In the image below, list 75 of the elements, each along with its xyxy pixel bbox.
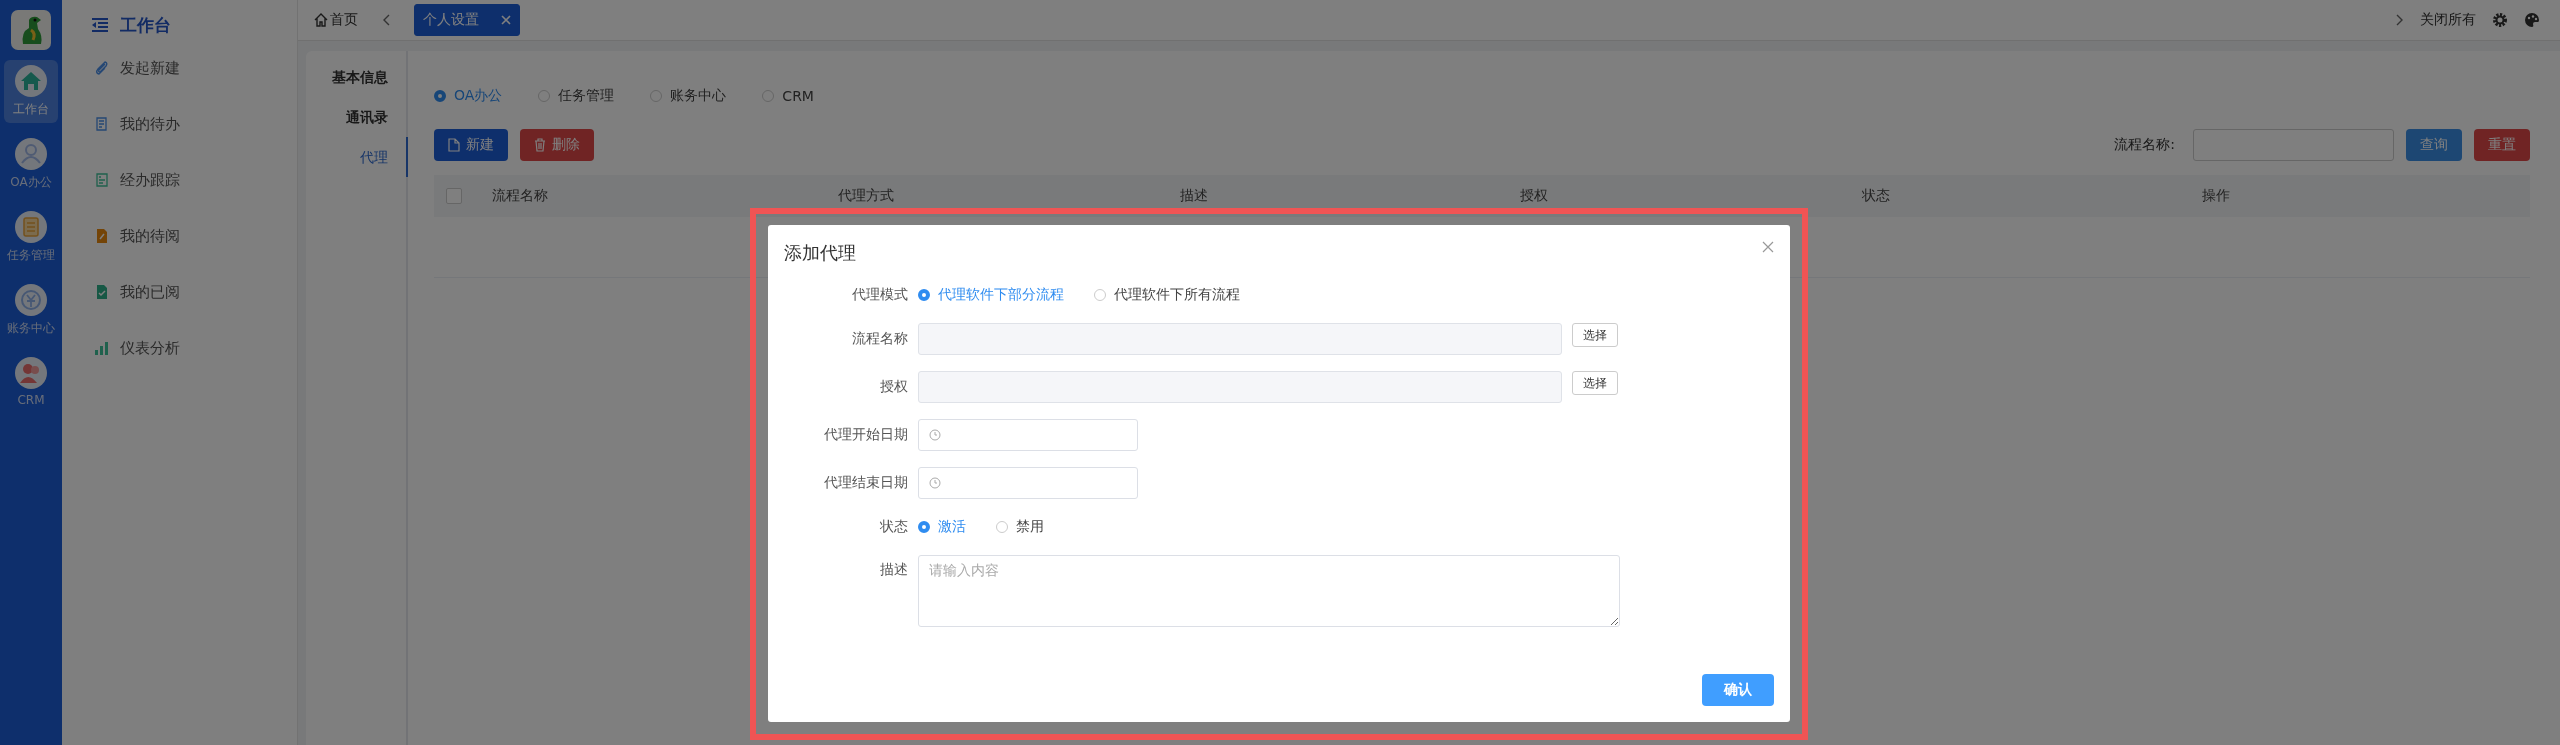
menu-icon[interactable] xyxy=(92,18,108,32)
field-label: 代理开始日期 xyxy=(823,426,909,444)
description-field[interactable]: 请输入内容 xyxy=(918,555,1620,627)
dialog-title: 添加代理 xyxy=(784,241,856,265)
query-button[interactable]: 查询 xyxy=(2406,129,2462,161)
delete-button[interactable]: 删除 xyxy=(520,129,594,161)
logo-icon xyxy=(11,10,51,50)
menu-title: 工作台 xyxy=(120,13,171,37)
app-nav-item[interactable]: CRM xyxy=(4,352,58,412)
option-radio[interactable]: 代理软件下部分流程 xyxy=(918,286,1064,304)
module-radio[interactable]: 账务中心 xyxy=(650,87,727,105)
user-icon xyxy=(15,138,47,170)
search-label: 流程名称: xyxy=(2114,136,2175,154)
module-radio[interactable]: CRM xyxy=(762,87,814,105)
date-field[interactable] xyxy=(918,467,1138,499)
menu-item[interactable]: 经办跟踪 xyxy=(62,152,297,208)
confirm-button[interactable]: 确认 xyxy=(1702,674,1774,706)
option-radio[interactable]: 代理软件下所有流程 xyxy=(1094,286,1240,304)
field-label: 代理模式 xyxy=(851,286,909,304)
select-button[interactable]: 选择 xyxy=(1572,371,1618,395)
field-label: 授权 xyxy=(879,378,909,396)
close-icon[interactable] xyxy=(1762,241,1774,253)
coin-icon xyxy=(15,284,47,316)
people-icon xyxy=(15,357,47,389)
column-header: 授权 xyxy=(1519,187,1549,205)
app-nav-item[interactable]: OA办公 xyxy=(4,133,58,196)
check-document-icon xyxy=(94,284,110,300)
app-nav-item[interactable]: 任务管理 xyxy=(4,206,58,269)
app-nav-item[interactable]: 账务中心 xyxy=(4,279,58,342)
create-button[interactable]: 新建 xyxy=(434,129,508,161)
field-label: 描述 xyxy=(879,560,909,579)
settings-tab[interactable]: 基本信息 xyxy=(306,57,408,97)
page-tab[interactable]: 个人设置 xyxy=(414,4,520,36)
clock-icon xyxy=(929,477,941,489)
column-header: 代理方式 xyxy=(837,187,895,205)
menu-item[interactable]: 我的待办 xyxy=(62,96,297,152)
search-field[interactable] xyxy=(2193,129,2394,161)
document-icon xyxy=(94,116,110,132)
option-radio[interactable]: 激活 xyxy=(918,518,966,536)
field-label: 流程名称 xyxy=(851,330,909,348)
module-radio[interactable]: 任务管理 xyxy=(538,87,615,105)
column-header: 状态 xyxy=(1861,187,1891,205)
menu-item[interactable]: 我的已阅 xyxy=(62,264,297,320)
close-all-button[interactable]: 关闭所有 xyxy=(2420,11,2476,29)
menu-item[interactable]: 仪表分析 xyxy=(62,320,297,376)
home-icon xyxy=(314,13,328,27)
clock-icon xyxy=(929,429,941,441)
settings-icon[interactable] xyxy=(2492,12,2508,28)
column-header: 操作 xyxy=(2201,187,2231,205)
house-icon xyxy=(15,65,47,97)
settings-tab[interactable]: 代理 xyxy=(306,137,408,177)
module-radio[interactable]: OA办公 xyxy=(434,87,503,105)
field-label: 代理结束日期 xyxy=(823,474,909,492)
document-icon xyxy=(94,172,110,188)
paperclip-icon xyxy=(94,60,110,76)
column-header: 流程名称 xyxy=(491,187,549,205)
date-field[interactable] xyxy=(918,419,1138,451)
menu-item[interactable]: 发起新建 xyxy=(62,40,297,96)
chevron-right-icon[interactable] xyxy=(2396,14,2404,26)
column-header: 描述 xyxy=(1179,187,1209,205)
palette-icon[interactable] xyxy=(2524,12,2540,28)
pencil-document-icon xyxy=(94,228,110,244)
field-label: 状态 xyxy=(879,518,909,536)
trash-icon xyxy=(534,138,546,152)
chevron-left-icon[interactable] xyxy=(382,14,390,26)
home-tab[interactable]: 首页 xyxy=(314,11,358,29)
checklist-icon xyxy=(15,211,47,243)
select-all-checkbox[interactable] xyxy=(446,188,462,204)
document-icon xyxy=(448,138,460,152)
menu-item[interactable]: 我的待阅 xyxy=(62,208,297,264)
select-button[interactable]: 选择 xyxy=(1572,323,1618,347)
settings-tab[interactable]: 通讯录 xyxy=(306,97,408,137)
bar-chart-icon xyxy=(94,340,110,356)
reset-button[interactable]: 重置 xyxy=(2474,129,2530,161)
option-radio[interactable]: 禁用 xyxy=(996,518,1044,536)
